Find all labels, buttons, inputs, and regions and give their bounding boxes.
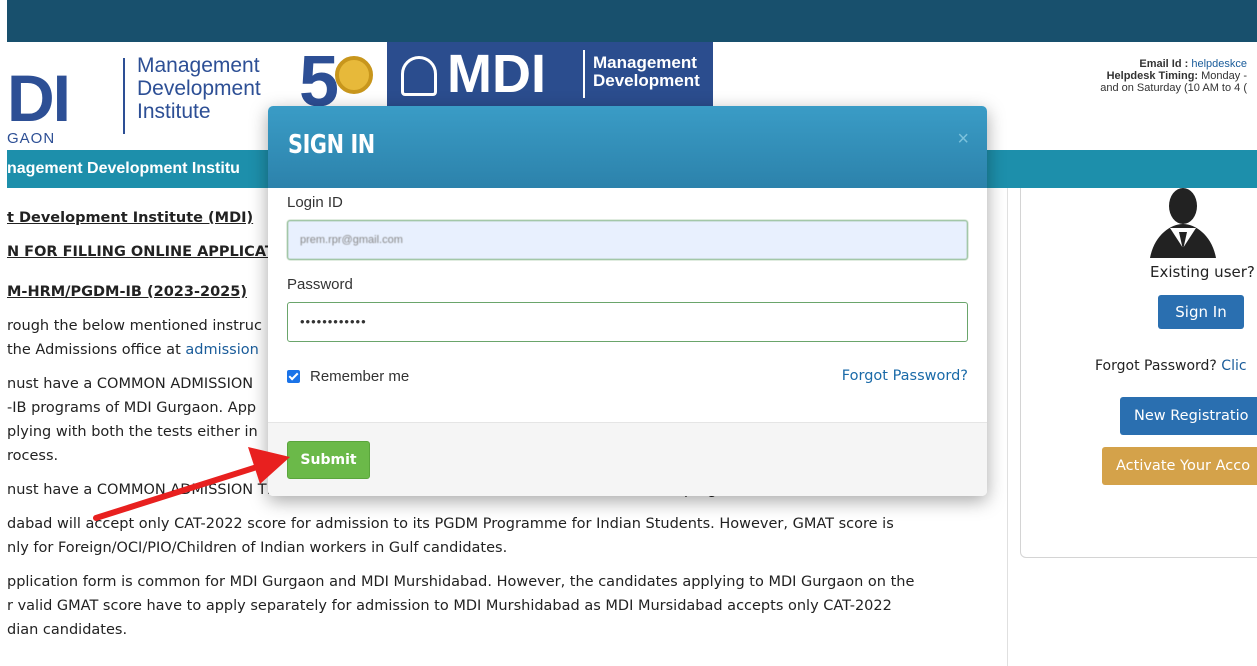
banner-mdi-word: MDI [447, 44, 546, 104]
mdi-banner-logo: MDI Management Development [387, 42, 713, 108]
logo-gaon: GAON [7, 130, 56, 147]
banner-subtitle-line-2: Development [593, 71, 700, 90]
content-line-8: plying with both the tests either in [7, 424, 258, 440]
logo-institute-name: Management Development Institute [137, 54, 261, 123]
modal-footer: Submit [268, 422, 987, 496]
seal-icon [335, 56, 373, 94]
content-line-5-text: the Admissions office at [7, 342, 186, 358]
content-line-7: -IB programs of MDI Gurgaon. App [7, 400, 257, 416]
close-icon[interactable]: × [957, 128, 969, 151]
content-line-13: pplication form is common for MDI Gurgao… [7, 574, 915, 590]
new-registration-button[interactable]: New Registratio [1120, 397, 1257, 435]
side-forgot-label: Forgot Password? [1095, 358, 1222, 374]
content-line-1: t Development Institute (MDI) [7, 210, 254, 226]
password-input[interactable]: •••••••••••• [287, 302, 968, 342]
activate-account-button[interactable]: Activate Your Acco [1102, 447, 1257, 485]
email-label: Email Id : [1139, 58, 1192, 70]
side-forgot-password: Forgot Password? Clic [1095, 358, 1247, 374]
content-line-5: the Admissions office at admission [7, 342, 259, 358]
content-line-4: rough the below mentioned instruc [7, 318, 262, 334]
banner-subtitle: Management Development [593, 54, 700, 90]
timing-label: Helpdesk Timing: [1106, 70, 1199, 82]
content-line-9: rocess. [7, 448, 59, 464]
content-line-14: r valid GMAT score have to apply separat… [7, 598, 892, 614]
user-avatar-icon [1150, 188, 1216, 258]
remember-me-row[interactable]: Remember me [287, 368, 409, 385]
sign-in-modal: SIGN IN × Login ID prem.rpr@gmail.com Pa… [268, 106, 987, 496]
logo-letters: DI [7, 61, 71, 135]
banner-separator [583, 50, 585, 98]
content-line-6: nust have a COMMON ADMISSION [7, 376, 254, 392]
login-id-label: Login ID [287, 194, 343, 211]
emblem-icon [401, 56, 437, 96]
login-id-input[interactable]: prem.rpr@gmail.com [287, 220, 968, 260]
column-divider [1007, 188, 1008, 666]
logo-separator [123, 58, 125, 134]
modal-title: SIGN IN [288, 130, 375, 160]
logo-line-3: Institute [137, 100, 211, 123]
side-sign-in-button[interactable]: Sign In [1158, 295, 1244, 329]
existing-user-label: Existing user? [1150, 263, 1255, 281]
nav-title: nagement Development Institu [7, 160, 240, 177]
remember-me-checkbox[interactable] [287, 370, 300, 383]
forgot-password-link[interactable]: Forgot Password? [842, 368, 968, 384]
modal-header: SIGN IN × [268, 106, 987, 188]
left-edge [0, 0, 7, 666]
remember-me-label: Remember me [310, 368, 410, 385]
content-line-12: nly for Foreign/OCI/PIO/Children of Indi… [7, 540, 508, 556]
admission-email-link[interactable]: admission [185, 342, 258, 358]
mdi-logo[interactable]: DI GAON [7, 54, 122, 147]
top-bar [7, 0, 1257, 42]
content-line-3: M-HRM/PGDM-IB (2023-2025) [7, 284, 247, 300]
helpdesk-contact: Email Id : helpdeskce Helpdesk Timing: M… [1100, 58, 1247, 94]
timing-value: Monday - [1198, 70, 1247, 82]
submit-button[interactable]: Submit [287, 441, 370, 479]
content-line-11: dabad will accept only CAT-2022 score fo… [7, 516, 894, 532]
email-link[interactable]: helpdeskce [1191, 58, 1247, 70]
logo-line-2: Development [137, 77, 261, 100]
content-line-15: dian candidates. [7, 622, 128, 638]
saturday-timing: and on Saturday (10 AM to 4 ( [1100, 82, 1247, 94]
logo-line-1: Management [137, 54, 260, 77]
banner-subtitle-line-1: Management [593, 53, 697, 72]
content-line-2: N FOR FILLING ONLINE APPLICATIO [7, 244, 293, 260]
side-forgot-click-link[interactable]: Clic [1221, 358, 1246, 374]
password-label: Password [287, 276, 353, 293]
